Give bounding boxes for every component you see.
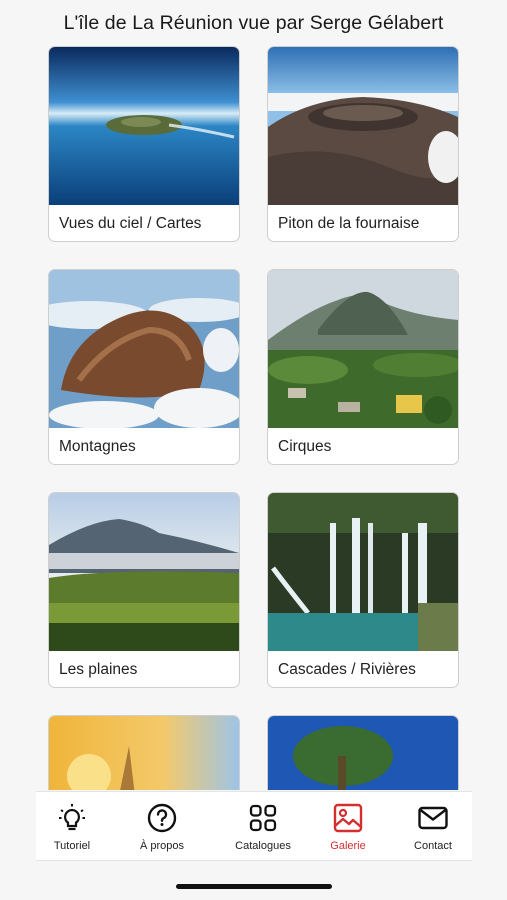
gallery-photo — [268, 716, 458, 790]
gallery-card-label: Piton de la fournaise — [278, 215, 420, 232]
gallery-card-label: Montagnes — [59, 438, 136, 455]
gallery-card-cirques[interactable]: Cirques — [267, 269, 459, 465]
gallery-card-piton-fournaise[interactable]: Piton de la fournaise — [267, 46, 459, 242]
tab-catalogues[interactable]: Catalogues — [218, 802, 308, 856]
gallery-card-label: Cirques — [278, 438, 332, 455]
lightbulb-icon — [59, 804, 85, 831]
gallery-photo — [49, 270, 239, 428]
gallery-card-les-plaines[interactable]: Les plaines — [48, 492, 240, 688]
gallery-photo — [49, 716, 239, 790]
gallery-grid: Vues du ciel / Cartes Piton de la fourna… — [48, 46, 460, 790]
page-title: L'île de La Réunion vue par Serge Gélabe… — [63, 12, 444, 34]
tab-label: Contact — [414, 840, 452, 852]
gallery-photo — [268, 493, 458, 651]
image-icon — [333, 803, 363, 833]
gallery-card-tree[interactable] — [267, 715, 459, 790]
gallery-card-label: Vues du ciel / Cartes — [59, 215, 202, 232]
tab-tutoriel[interactable]: Tutoriel — [27, 802, 117, 856]
tab-label: À propos — [139, 840, 185, 852]
gallery-photo — [49, 493, 239, 651]
home-indicator[interactable] — [176, 884, 332, 889]
gallery-card-montagnes[interactable]: Montagnes — [48, 269, 240, 465]
gallery-card-vues-du-ciel[interactable]: Vues du ciel / Cartes — [48, 46, 240, 242]
gallery-card-cascades-rivieres[interactable]: Cascades / Rivières — [267, 492, 459, 688]
gallery-card-label: Les plaines — [59, 661, 138, 678]
gallery-photo — [268, 270, 458, 428]
tab-galerie[interactable]: Galerie — [303, 802, 393, 856]
grid-icon — [249, 804, 277, 832]
gallery-card-label: Cascades / Rivières — [278, 661, 416, 678]
gallery-photo — [268, 47, 458, 205]
tab-contact[interactable]: Contact — [388, 802, 478, 856]
app-screen: L'île de La Réunion vue par Serge Gélabe… — [0, 0, 507, 900]
tab-bar: Tutoriel À propos Catalogues Galerie Con… — [36, 791, 472, 861]
question-circle-icon — [147, 803, 177, 833]
tab-label: Galerie — [330, 840, 366, 852]
gallery-photo — [49, 47, 239, 205]
tab-label: Tutoriel — [53, 840, 91, 852]
tab-a-propos[interactable]: À propos — [117, 802, 207, 856]
gallery-card-sunset[interactable] — [48, 715, 240, 790]
envelope-icon — [418, 806, 448, 830]
tab-label: Catalogues — [235, 840, 291, 852]
